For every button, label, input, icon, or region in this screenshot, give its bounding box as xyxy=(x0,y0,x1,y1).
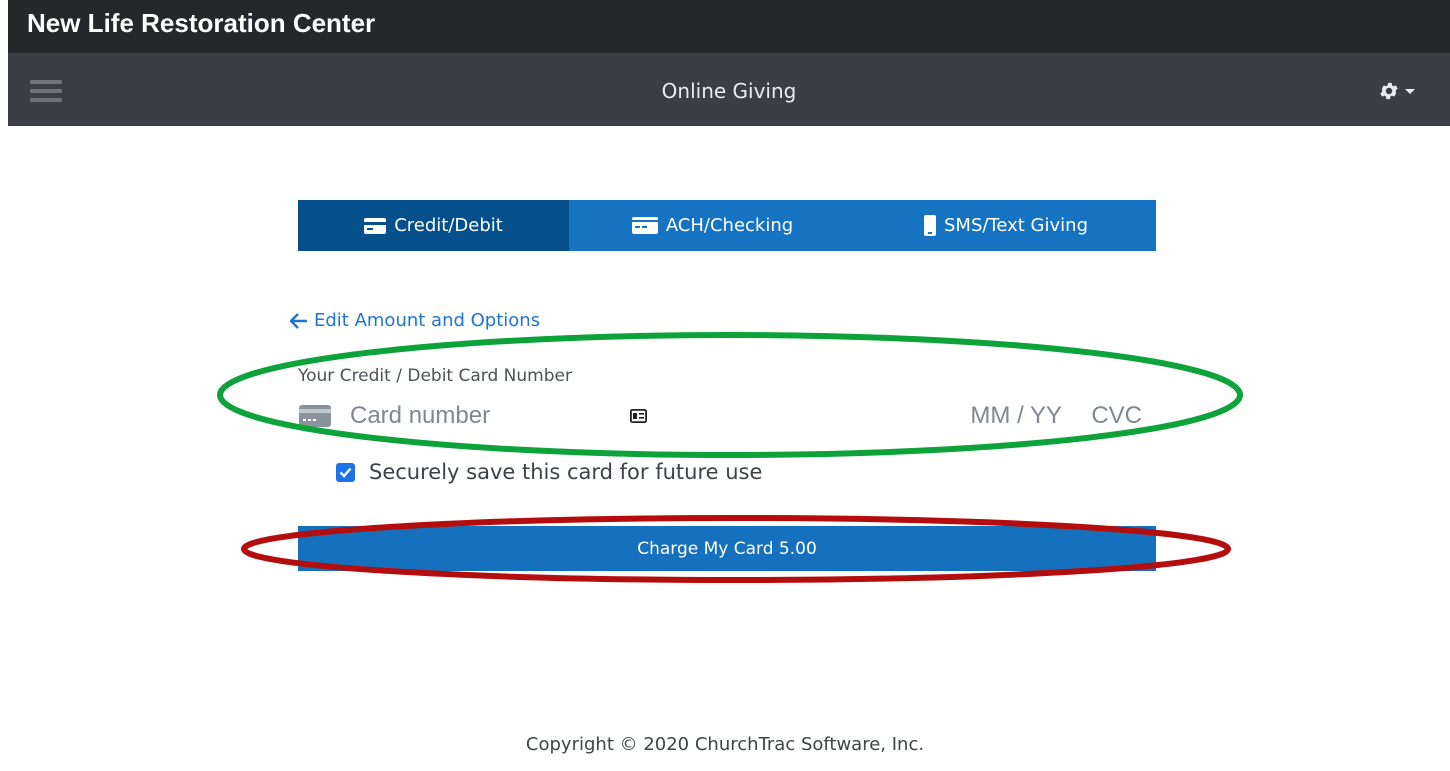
card-number-input[interactable] xyxy=(348,400,602,432)
tab-label: ACH/Checking xyxy=(665,215,794,236)
card-number-label: Your Credit / Debit Card Number xyxy=(298,366,572,386)
checkmark-icon xyxy=(339,467,352,478)
save-card-option: Securely save this card for future use xyxy=(336,460,762,484)
tab-ach-checking[interactable]: ACH/Checking xyxy=(569,200,856,251)
edit-amount-link[interactable]: Edit Amount and Options xyxy=(290,310,540,331)
tab-sms-text-giving[interactable]: SMS/Text Giving xyxy=(856,200,1156,251)
arrow-left-icon xyxy=(290,312,307,329)
navbar: Online Giving xyxy=(8,53,1450,126)
tab-credit-debit[interactable]: Credit/Debit xyxy=(298,200,569,251)
save-card-label[interactable]: Securely save this card for future use xyxy=(369,460,762,484)
org-title: New Life Restoration Center xyxy=(27,8,376,38)
charge-card-button[interactable]: Charge My Card 5.00 xyxy=(298,526,1156,571)
app-header: New Life Restoration Center xyxy=(8,0,1450,53)
card-brand-icon xyxy=(299,405,331,427)
gear-icon xyxy=(1380,82,1398,100)
tab-label: SMS/Text Giving xyxy=(943,215,1088,236)
phone-icon xyxy=(923,215,936,236)
copyright-footer: Copyright © 2020 ChurchTrac Software, In… xyxy=(525,734,925,755)
settings-menu[interactable] xyxy=(1374,78,1418,104)
save-card-checkbox[interactable] xyxy=(336,462,355,482)
check-card-icon xyxy=(631,217,658,234)
caret-down-icon xyxy=(1405,89,1415,94)
credit-card-icon xyxy=(364,217,387,234)
green-annotation-ellipse xyxy=(217,332,1243,458)
cvc-input[interactable] xyxy=(1066,400,1144,432)
autofill-card-icon[interactable] xyxy=(630,409,647,423)
expiry-input[interactable] xyxy=(958,400,1064,432)
payment-tabs: Credit/Debit ACH/Checking SMS/Text Givin… xyxy=(298,200,1156,251)
page-title: Online Giving xyxy=(661,79,797,103)
tab-label: Credit/Debit xyxy=(394,215,503,236)
edit-amount-label: Edit Amount and Options xyxy=(314,310,541,331)
card-entry-row xyxy=(298,398,1148,434)
